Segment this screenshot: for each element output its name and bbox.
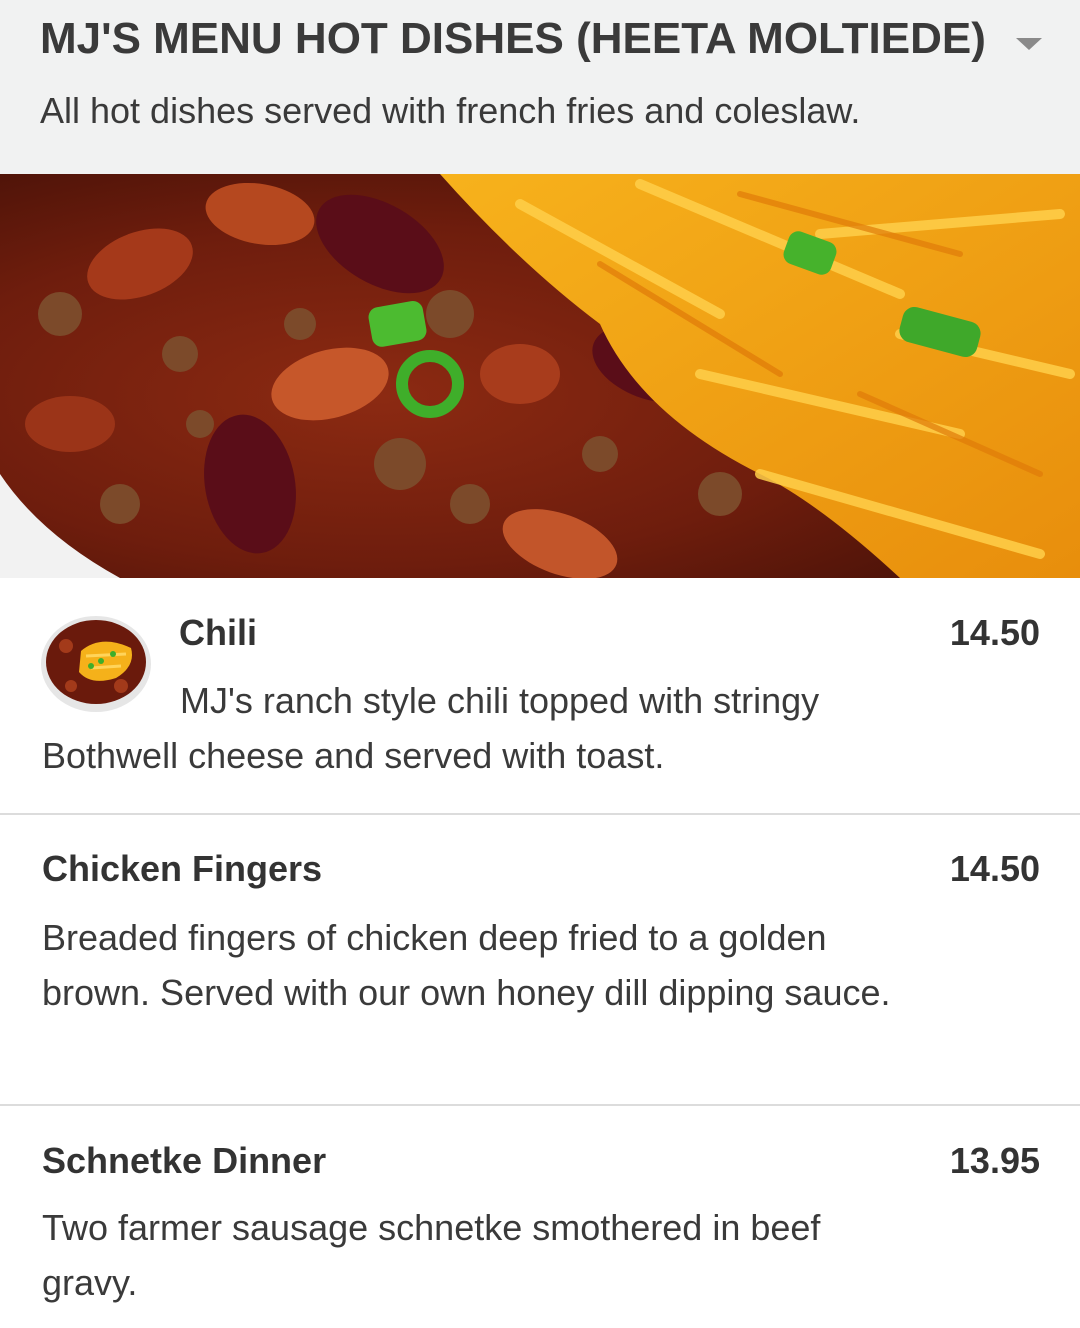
item-divider (0, 1104, 1080, 1106)
section-header[interactable]: MJ'S MENU HOT DISHES (HEETA MOLTIEDE) Al… (0, 0, 1080, 174)
item-description-text: MJ's ranch style chili topped with strin… (42, 680, 820, 776)
item-name-schnetke-dinner[interactable]: Schnetke Dinner (42, 1140, 326, 1182)
item-name-chili[interactable]: Chili (179, 612, 257, 654)
item-description-chili: MJ's ranch style chili topped with strin… (42, 673, 942, 783)
menu-page: MJ'S MENU HOT DISHES (HEETA MOLTIEDE) Al… (0, 0, 1080, 1328)
section-title: MJ'S MENU HOT DISHES (HEETA MOLTIEDE) (40, 14, 986, 63)
item-description-chicken-fingers: Breaded fingers of chicken deep fried to… (42, 917, 891, 1013)
item-divider (0, 813, 1080, 815)
item-price-schnetke-dinner: 13.95 (949, 1140, 1040, 1181)
item-description-schnetke-dinner: Two farmer sausage schnetke smothered in… (42, 1207, 821, 1303)
item-price-chicken-fingers: 14.50 (949, 848, 1040, 889)
item-name-chicken-fingers[interactable]: Chicken Fingers (42, 848, 322, 890)
chevron-down-icon[interactable] (1006, 24, 1052, 60)
item-price-chili: 14.50 (949, 612, 1040, 653)
section-hero-image (0, 174, 1080, 578)
section-subtitle: All hot dishes served with french fries … (40, 90, 861, 131)
